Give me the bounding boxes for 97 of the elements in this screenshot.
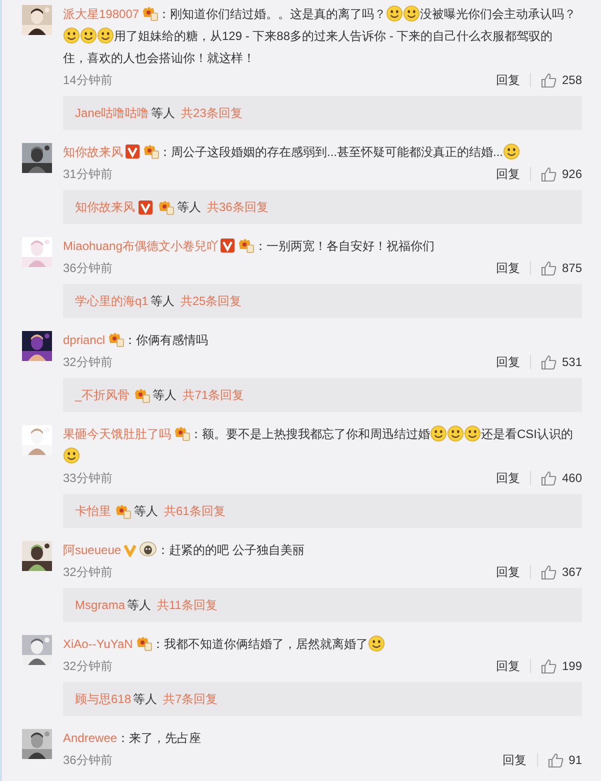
comment-text: 住，喜欢的人也会搭讪你！就这样！ xyxy=(63,51,255,65)
verified-icon xyxy=(220,238,236,253)
comment-time: 14分钟前 xyxy=(63,72,112,88)
crown-icon xyxy=(132,387,150,403)
like-count: 199 xyxy=(562,659,582,673)
reply-button[interactable]: 回复 xyxy=(496,565,531,579)
emoji-icon xyxy=(403,5,420,22)
like-count: 926 xyxy=(562,167,582,181)
comment-text: 没被曝光你们会主动承认吗？ xyxy=(420,7,576,21)
comment-text: ：额。要不是上热搜我都忘了你和周迅结过婚 xyxy=(190,427,430,441)
comment-time: 33分钟前 xyxy=(63,470,112,486)
emoji-icon xyxy=(430,425,447,442)
reply-count-link[interactable]: 共25条回复 xyxy=(180,292,242,310)
reply-count-link[interactable]: 共61条回复 xyxy=(164,502,226,520)
reply-others-text: 等人 xyxy=(133,690,158,708)
emoji-icon xyxy=(368,635,385,652)
user-link[interactable]: Andrewee xyxy=(63,731,118,745)
reply-count-link[interactable]: 共36条回复 xyxy=(207,198,268,216)
crown-icon xyxy=(157,199,174,215)
reply-user-link[interactable]: _不折风骨 xyxy=(75,386,130,404)
user-link[interactable]: dpriancl xyxy=(63,333,106,347)
thumbs-up-icon[interactable] xyxy=(540,658,557,674)
comment-text: ：周公子这段婚姻的存在感弱到...甚至怀疑可能都没真正的结婚... xyxy=(159,145,504,159)
thumbs-up-icon[interactable] xyxy=(548,752,564,768)
comment-time: 32分钟前 xyxy=(63,658,112,674)
thumbs-up-icon[interactable] xyxy=(540,470,557,486)
reply-button[interactable]: 回复 xyxy=(496,167,531,181)
thumbs-up-icon[interactable] xyxy=(540,72,557,88)
thumbs-up-icon[interactable] xyxy=(540,564,557,580)
crown-icon xyxy=(107,331,124,347)
like-count: 258 xyxy=(562,73,582,87)
emoji-icon xyxy=(386,5,404,22)
emoji-icon xyxy=(447,425,464,442)
crown-icon xyxy=(114,503,131,519)
emoji-icon xyxy=(63,27,80,44)
comment-time: 36分钟前 xyxy=(63,260,112,276)
user-link[interactable]: 知你故来风 xyxy=(63,145,123,159)
reply-button[interactable]: 回复 xyxy=(496,355,531,369)
emoji-icon xyxy=(503,143,520,160)
emoji-icon xyxy=(464,425,481,442)
reply-others-text: 等人 xyxy=(152,386,177,404)
verified-icon xyxy=(125,144,140,159)
reply-user-link[interactable]: 顾与思618 xyxy=(75,690,132,708)
comment-time: 32分钟前 xyxy=(63,564,112,580)
comment-time: 31分钟前 xyxy=(63,166,112,182)
crown-icon xyxy=(237,237,254,253)
emoji-icon xyxy=(80,27,97,44)
reply-button[interactable]: 回复 xyxy=(496,659,531,673)
like-count: 367 xyxy=(562,565,582,579)
like-count: 91 xyxy=(568,753,582,767)
like-count: 460 xyxy=(562,471,582,485)
user-link[interactable]: 派大星198007 xyxy=(63,7,140,21)
comment-text: ：你俩有感情吗 xyxy=(124,333,208,347)
reply-count-link[interactable]: 共71条回复 xyxy=(182,386,244,404)
comment-time: 32分钟前 xyxy=(63,354,112,370)
comment-text: ：一别两宽！各自安好！祝福你们 xyxy=(254,239,434,253)
comment-text: 还是看CSI认识的 xyxy=(481,427,574,441)
reply-user-link[interactable]: Msgrama xyxy=(75,598,126,612)
comment-text: ：我都不知道你俩结婚了，居然就离婚了 xyxy=(152,637,368,651)
comment-text: ：刚知道你们结过婚。。这是真的离了吗？ xyxy=(158,7,386,21)
thumbs-up-icon[interactable] xyxy=(540,166,557,182)
reply-others-text: 等人 xyxy=(177,198,201,216)
reply-others-text: 等人 xyxy=(127,596,152,614)
crown-icon xyxy=(134,635,152,651)
reply-others-text: 等人 xyxy=(151,104,176,122)
reply-count-link[interactable]: 共7条回复 xyxy=(163,690,218,708)
user-link[interactable]: 阿sueueue xyxy=(63,543,122,557)
reply-user-link[interactable]: 卡怡里 xyxy=(75,502,111,520)
reply-button[interactable]: 回复 xyxy=(496,73,531,87)
reply-count-link[interactable]: 共11条回复 xyxy=(157,596,218,614)
crown-icon xyxy=(173,425,190,441)
verified-icon xyxy=(138,200,153,214)
emoji-icon xyxy=(97,27,114,44)
reply-button[interactable]: 回复 xyxy=(496,261,531,275)
crown-icon xyxy=(141,5,158,21)
reply-count-link[interactable]: 共23条回复 xyxy=(181,104,242,122)
comment-text: ：来了，先占座 xyxy=(117,731,202,745)
comment-time: 36分钟前 xyxy=(63,752,112,768)
like-count: 531 xyxy=(562,355,582,369)
user-link[interactable]: 果砸今天饿肚肚了吗 xyxy=(63,427,171,441)
reply-button[interactable]: 回复 xyxy=(496,471,531,485)
thumbs-up-icon[interactable] xyxy=(540,354,557,370)
reply-others-text: 等人 xyxy=(134,502,158,520)
user-link[interactable]: Miaohuang布偶德文小卷兒吖 xyxy=(63,239,218,253)
reply-user-link[interactable]: Jane咕噜咕噜 xyxy=(75,104,150,122)
crown-icon xyxy=(142,143,159,159)
thumbs-up-icon[interactable] xyxy=(540,260,557,276)
like-count: 875 xyxy=(562,261,582,275)
reply-others-text: 等人 xyxy=(150,292,174,310)
reply-button[interactable]: 回复 xyxy=(502,753,538,767)
emoji-icon xyxy=(63,447,80,464)
reply-user-link[interactable]: 学心里的海q1 xyxy=(75,292,148,310)
comment-text: ：赶紧的的吧 公子独自美丽 xyxy=(157,543,304,557)
reply-user-link[interactable]: 知你故来风 xyxy=(75,198,135,216)
verified-icon xyxy=(123,543,138,557)
comment-text: 用了姐妹给的糖，从129 - 下来88多的过来人告诉你 - 下来的自己什么衣服都驾驭的 xyxy=(114,29,553,43)
user-link[interactable]: XiAo--YuYaN xyxy=(63,637,133,651)
